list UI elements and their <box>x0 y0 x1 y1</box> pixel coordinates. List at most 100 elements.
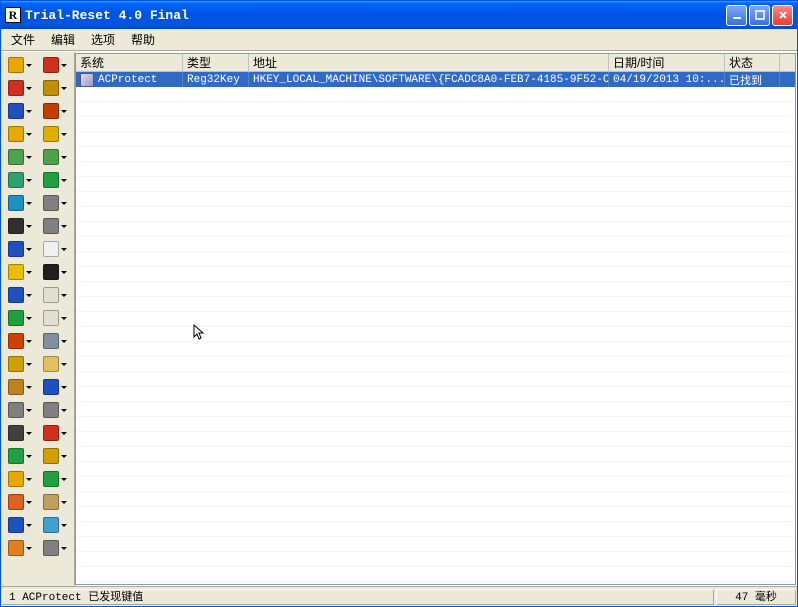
tool-note[interactable] <box>38 284 72 306</box>
tool-gear[interactable] <box>38 537 72 559</box>
tool-world[interactable] <box>3 491 37 513</box>
tool-x-blue[interactable] <box>3 514 37 536</box>
dropdown-arrow-icon <box>61 317 67 320</box>
dropdown-arrow-icon <box>26 386 32 389</box>
tool-printer[interactable] <box>38 192 72 214</box>
table-row[interactable]: ACProtectReg32KeyHKEY_LOCAL_MACHINE\SOFT… <box>76 72 795 87</box>
close-button[interactable] <box>772 5 793 26</box>
mask-icon <box>8 218 24 234</box>
dropdown-arrow-icon <box>61 156 67 159</box>
lock-icon <box>8 57 24 73</box>
dropdown-arrow-icon <box>26 478 32 481</box>
tool-lock[interactable] <box>3 54 37 76</box>
tool-mask[interactable] <box>3 215 37 237</box>
listview-body[interactable]: ACProtectReg32KeyHKEY_LOCAL_MACHINE\SOFT… <box>76 72 795 584</box>
tool-circle[interactable] <box>3 284 37 306</box>
tool-reg[interactable] <box>3 146 37 168</box>
menu-options[interactable]: 选项 <box>83 29 123 50</box>
tool-mag[interactable] <box>38 399 72 421</box>
flash-icon <box>43 126 59 142</box>
tool-castle[interactable] <box>3 330 37 352</box>
listview[interactable]: 系统类型地址日期/时间状态 ACProtectReg32KeyHKEY_LOCA… <box>75 53 796 585</box>
menu-help[interactable]: 帮助 <box>123 29 163 50</box>
kite-icon <box>43 448 59 464</box>
dropdown-arrow-icon <box>61 202 67 205</box>
dropdown-arrow-icon <box>26 202 32 205</box>
key-icon <box>8 126 24 142</box>
tool-folder2[interactable] <box>38 353 72 375</box>
tool-kite[interactable] <box>38 445 72 467</box>
tool-p-green[interactable] <box>3 307 37 329</box>
dropdown-arrow-icon <box>26 133 32 136</box>
column-header[interactable]: 系统 <box>76 54 183 71</box>
column-header[interactable]: 日期/时间 <box>609 54 725 71</box>
tool-pen[interactable] <box>3 353 37 375</box>
minimize-button[interactable] <box>726 5 747 26</box>
tool-cube[interactable] <box>38 514 72 536</box>
tool-dots[interactable] <box>3 422 37 444</box>
tool-chart[interactable] <box>3 468 37 490</box>
reg-icon <box>8 149 24 165</box>
tool-ring[interactable] <box>38 376 72 398</box>
dropdown-arrow-icon <box>26 524 32 527</box>
tool-cpu[interactable] <box>3 169 37 191</box>
listview-header: 系统类型地址日期/时间状态 <box>76 54 795 72</box>
menu-edit[interactable]: 编辑 <box>43 29 83 50</box>
dropdown-arrow-icon <box>61 524 67 527</box>
tool-shield-red[interactable] <box>3 77 37 99</box>
tool-shield-y[interactable] <box>38 468 72 490</box>
tool-spider[interactable] <box>38 77 72 99</box>
maximize-button[interactable] <box>749 5 770 26</box>
shield-g-icon <box>43 172 59 188</box>
tool-folder[interactable] <box>38 307 72 329</box>
tool-diamond[interactable] <box>3 261 37 283</box>
titlebar[interactable]: R Trial-Reset 4.0 Final <box>1 1 797 29</box>
tool-shield-o[interactable] <box>3 537 37 559</box>
window-title: Trial-Reset 4.0 Final <box>25 8 726 23</box>
folder-icon <box>43 310 59 326</box>
check-icon <box>43 425 59 441</box>
tool-drive[interactable] <box>3 399 37 421</box>
p-green-icon <box>8 310 24 326</box>
dropdown-arrow-icon <box>61 386 67 389</box>
tool-printer2[interactable] <box>38 215 72 237</box>
tool-bug[interactable] <box>38 100 72 122</box>
tool-ball-blue[interactable] <box>3 100 37 122</box>
tool-lock2[interactable] <box>38 491 72 513</box>
menubar: 文件 编辑 选项 帮助 <box>1 29 797 51</box>
column-header[interactable]: 地址 <box>249 54 609 71</box>
cpu-icon <box>8 172 24 188</box>
tool-shield-s[interactable] <box>38 330 72 352</box>
dropdown-arrow-icon <box>26 64 32 67</box>
printer2-icon <box>43 218 59 234</box>
shield-s-icon <box>43 333 59 349</box>
dropdown-arrow-icon <box>26 501 32 504</box>
tool-key[interactable] <box>3 123 37 145</box>
menu-file[interactable]: 文件 <box>3 29 43 50</box>
cell-type: Reg32Key <box>183 72 249 87</box>
note-icon <box>43 287 59 303</box>
cell-system: ACProtect <box>76 72 183 87</box>
tool-brush[interactable] <box>3 376 37 398</box>
column-header[interactable]: 类型 <box>183 54 249 71</box>
world-icon <box>8 494 24 510</box>
dropdown-arrow-icon <box>61 363 67 366</box>
tool-shield-b[interactable] <box>3 238 37 260</box>
column-header[interactable]: 状态 <box>725 54 780 71</box>
diamond-icon <box>8 264 24 280</box>
shield-b-icon <box>8 241 24 257</box>
tool-globe[interactable] <box>3 192 37 214</box>
tool-shield-g[interactable] <box>38 169 72 191</box>
tool-flash[interactable] <box>38 123 72 145</box>
tool-page[interactable] <box>38 238 72 260</box>
ball-blue-icon <box>8 103 24 119</box>
tool-reg2[interactable] <box>38 146 72 168</box>
cell-status: 已找到 <box>725 72 780 87</box>
dropdown-arrow-icon <box>61 110 67 113</box>
tool-flag[interactable] <box>3 445 37 467</box>
status-time: 47 毫秒 <box>716 589 796 605</box>
tool-check[interactable] <box>38 422 72 444</box>
tool-ball-red[interactable] <box>38 54 72 76</box>
tool-film[interactable] <box>38 261 72 283</box>
dropdown-arrow-icon <box>61 225 67 228</box>
